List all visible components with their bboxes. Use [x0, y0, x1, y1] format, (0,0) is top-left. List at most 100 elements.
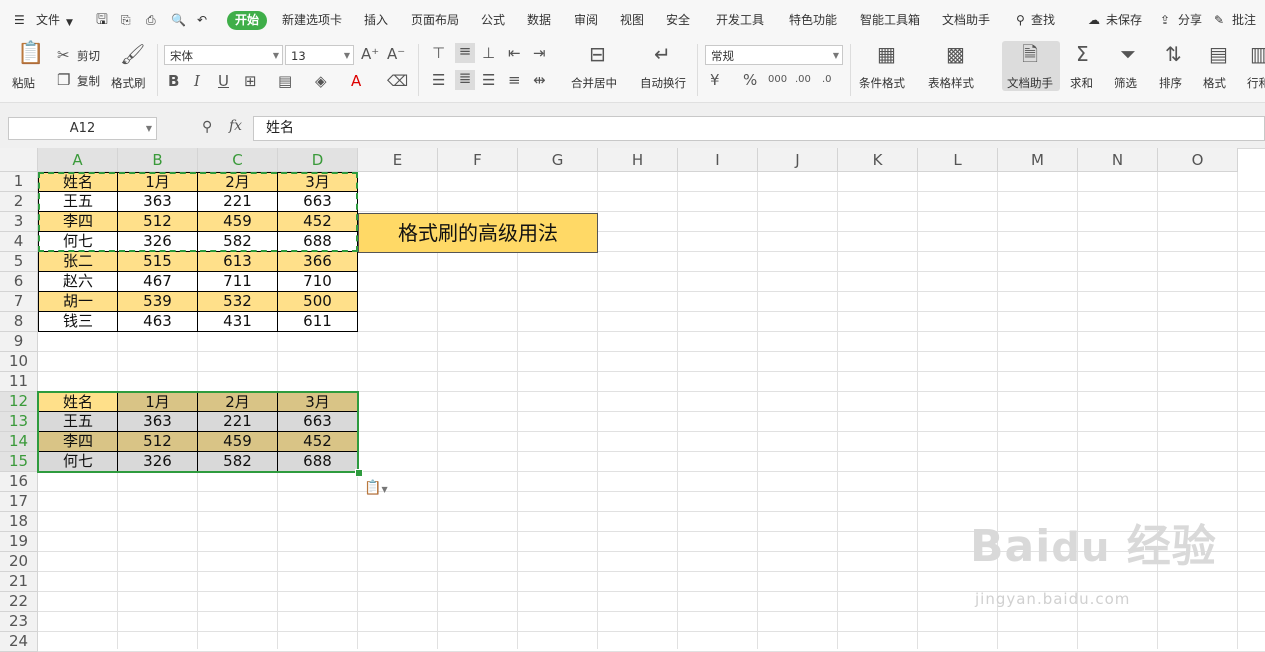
- table-cell[interactable]: 2月: [198, 392, 278, 412]
- sum-icon[interactable]: Σ: [1076, 44, 1089, 64]
- row-header-13[interactable]: 13: [0, 412, 38, 432]
- paste-button[interactable]: 粘贴: [12, 75, 35, 91]
- unsaved-button[interactable]: 未保存: [1106, 11, 1142, 29]
- font-size-select[interactable]: 13 ▼: [285, 45, 354, 65]
- column-header-C[interactable]: C: [198, 148, 278, 172]
- cut-button[interactable]: 剪切: [77, 48, 100, 64]
- table-cell[interactable]: 221: [198, 192, 278, 212]
- fill-pattern-icon[interactable]: ▤: [278, 73, 292, 89]
- align-left-icon[interactable]: ☰: [432, 72, 445, 88]
- align-center-icon[interactable]: ≣: [455, 70, 475, 90]
- table-cell[interactable]: 467: [118, 272, 198, 292]
- increase-decimal-icon[interactable]: .00: [795, 72, 811, 88]
- row-header-24[interactable]: 24: [0, 632, 38, 652]
- table-cell[interactable]: 512: [118, 212, 198, 232]
- table-cell[interactable]: 姓名: [38, 392, 118, 412]
- annotate-button[interactable]: 批注: [1232, 11, 1256, 29]
- wrap-text-button[interactable]: 自动换行: [640, 75, 686, 91]
- sort-icon[interactable]: ⇅: [1165, 44, 1182, 64]
- table-cell[interactable]: 何七: [38, 452, 118, 472]
- number-format-select[interactable]: 常规 ▼: [705, 45, 843, 65]
- row-header-17[interactable]: 17: [0, 492, 38, 512]
- border-icon[interactable]: ⊞: [244, 73, 257, 89]
- print-preview-icon[interactable]: 🔍: [171, 11, 186, 29]
- tab-insert[interactable]: 插入: [364, 11, 388, 29]
- table-cell[interactable]: 张二: [38, 252, 118, 272]
- conditional-format-icon[interactable]: ▦: [877, 44, 896, 64]
- save-icon[interactable]: 🖫: [96, 11, 108, 29]
- decrease-font-icon[interactable]: A⁻: [387, 46, 405, 62]
- rows-cols-icon[interactable]: ▥: [1250, 44, 1265, 64]
- row-header-12[interactable]: 12: [0, 392, 38, 412]
- column-header-N[interactable]: N: [1078, 148, 1158, 172]
- tab-new[interactable]: 新建选项卡: [282, 11, 342, 29]
- fill-color-icon[interactable]: ◈: [315, 73, 327, 89]
- column-header-G[interactable]: G: [518, 148, 598, 172]
- table-cell[interactable]: 221: [198, 412, 278, 432]
- font-color-icon[interactable]: A: [351, 73, 361, 89]
- column-header-A[interactable]: A: [38, 148, 118, 172]
- filter-icon[interactable]: ⏷: [1120, 44, 1136, 64]
- column-header-F[interactable]: F: [438, 148, 518, 172]
- chevron-down-icon[interactable]: ▼: [66, 14, 73, 32]
- table-cell[interactable]: 663: [278, 412, 358, 432]
- indent-increase-icon[interactable]: ⇥: [533, 45, 546, 61]
- table-cell[interactable]: 1月: [118, 172, 198, 192]
- align-middle-icon[interactable]: ≡: [455, 43, 475, 63]
- align-bottom-icon[interactable]: ⊥: [482, 45, 495, 61]
- decrease-decimal-icon[interactable]: .0: [822, 72, 832, 88]
- justify-icon[interactable]: ≡: [508, 72, 521, 88]
- copy-button[interactable]: 复制: [77, 73, 100, 89]
- table-cell[interactable]: 2月: [198, 172, 278, 192]
- doc-assistant-button[interactable]: 文档助手: [1007, 75, 1053, 91]
- row-header-15[interactable]: 15: [0, 452, 38, 472]
- share-button[interactable]: 分享: [1178, 11, 1202, 29]
- format-icon[interactable]: ▤: [1209, 44, 1228, 64]
- row-header-14[interactable]: 14: [0, 432, 38, 452]
- underline-icon[interactable]: U: [218, 73, 229, 89]
- percent-icon[interactable]: %: [743, 72, 757, 88]
- row-header-20[interactable]: 20: [0, 552, 38, 572]
- table-cell[interactable]: 钱三: [38, 312, 118, 332]
- merge-icon[interactable]: ⊟: [589, 44, 606, 64]
- table-cell[interactable]: 326: [118, 232, 198, 252]
- tab-smart-toolbox[interactable]: 智能工具箱: [860, 11, 920, 29]
- table-cell[interactable]: 3月: [278, 392, 358, 412]
- thousands-icon[interactable]: 000: [768, 72, 787, 88]
- row-header-22[interactable]: 22: [0, 592, 38, 612]
- table-style-button[interactable]: 表格样式: [928, 75, 974, 91]
- row-header-3[interactable]: 3: [0, 212, 38, 232]
- sort-button[interactable]: 排序: [1159, 75, 1182, 91]
- copy-icon[interactable]: ❐: [57, 72, 70, 88]
- filter-button[interactable]: 筛选: [1114, 75, 1137, 91]
- wrap-icon[interactable]: ↵: [654, 44, 671, 64]
- column-header-J[interactable]: J: [758, 148, 838, 172]
- row-header-23[interactable]: 23: [0, 612, 38, 632]
- column-header-H[interactable]: H: [598, 148, 678, 172]
- row-header-8[interactable]: 8: [0, 312, 38, 332]
- column-header-L[interactable]: L: [918, 148, 998, 172]
- search-icon[interactable]: ⚲: [1016, 11, 1025, 29]
- zoom-icon[interactable]: ⚲: [202, 119, 212, 135]
- table-cell[interactable]: 363: [118, 412, 198, 432]
- tab-view[interactable]: 视图: [620, 11, 644, 29]
- tab-developer[interactable]: 开发工具: [716, 11, 764, 29]
- merge-center-button[interactable]: 合并居中: [571, 75, 617, 91]
- align-right-icon[interactable]: ☰: [482, 72, 495, 88]
- row-header-6[interactable]: 6: [0, 272, 38, 292]
- row-header-1[interactable]: 1: [0, 172, 38, 192]
- tab-features[interactable]: 特色功能: [789, 11, 837, 29]
- paste-options-icon[interactable]: 📋▼: [364, 480, 388, 496]
- table-cell[interactable]: 613: [198, 252, 278, 272]
- font-name-select[interactable]: 宋体 ▼: [164, 45, 283, 65]
- table-cell[interactable]: 431: [198, 312, 278, 332]
- select-all-corner[interactable]: [0, 148, 38, 172]
- indent-decrease-icon[interactable]: ⇤: [508, 45, 521, 61]
- table-cell[interactable]: 何七: [38, 232, 118, 252]
- table-cell[interactable]: 582: [198, 452, 278, 472]
- table-cell[interactable]: 532: [198, 292, 278, 312]
- paste-icon[interactable]: 📋: [17, 43, 44, 65]
- conditional-format-button[interactable]: 条件格式: [859, 75, 905, 91]
- table-cell[interactable]: 582: [198, 232, 278, 252]
- tab-find[interactable]: 查找: [1031, 11, 1055, 29]
